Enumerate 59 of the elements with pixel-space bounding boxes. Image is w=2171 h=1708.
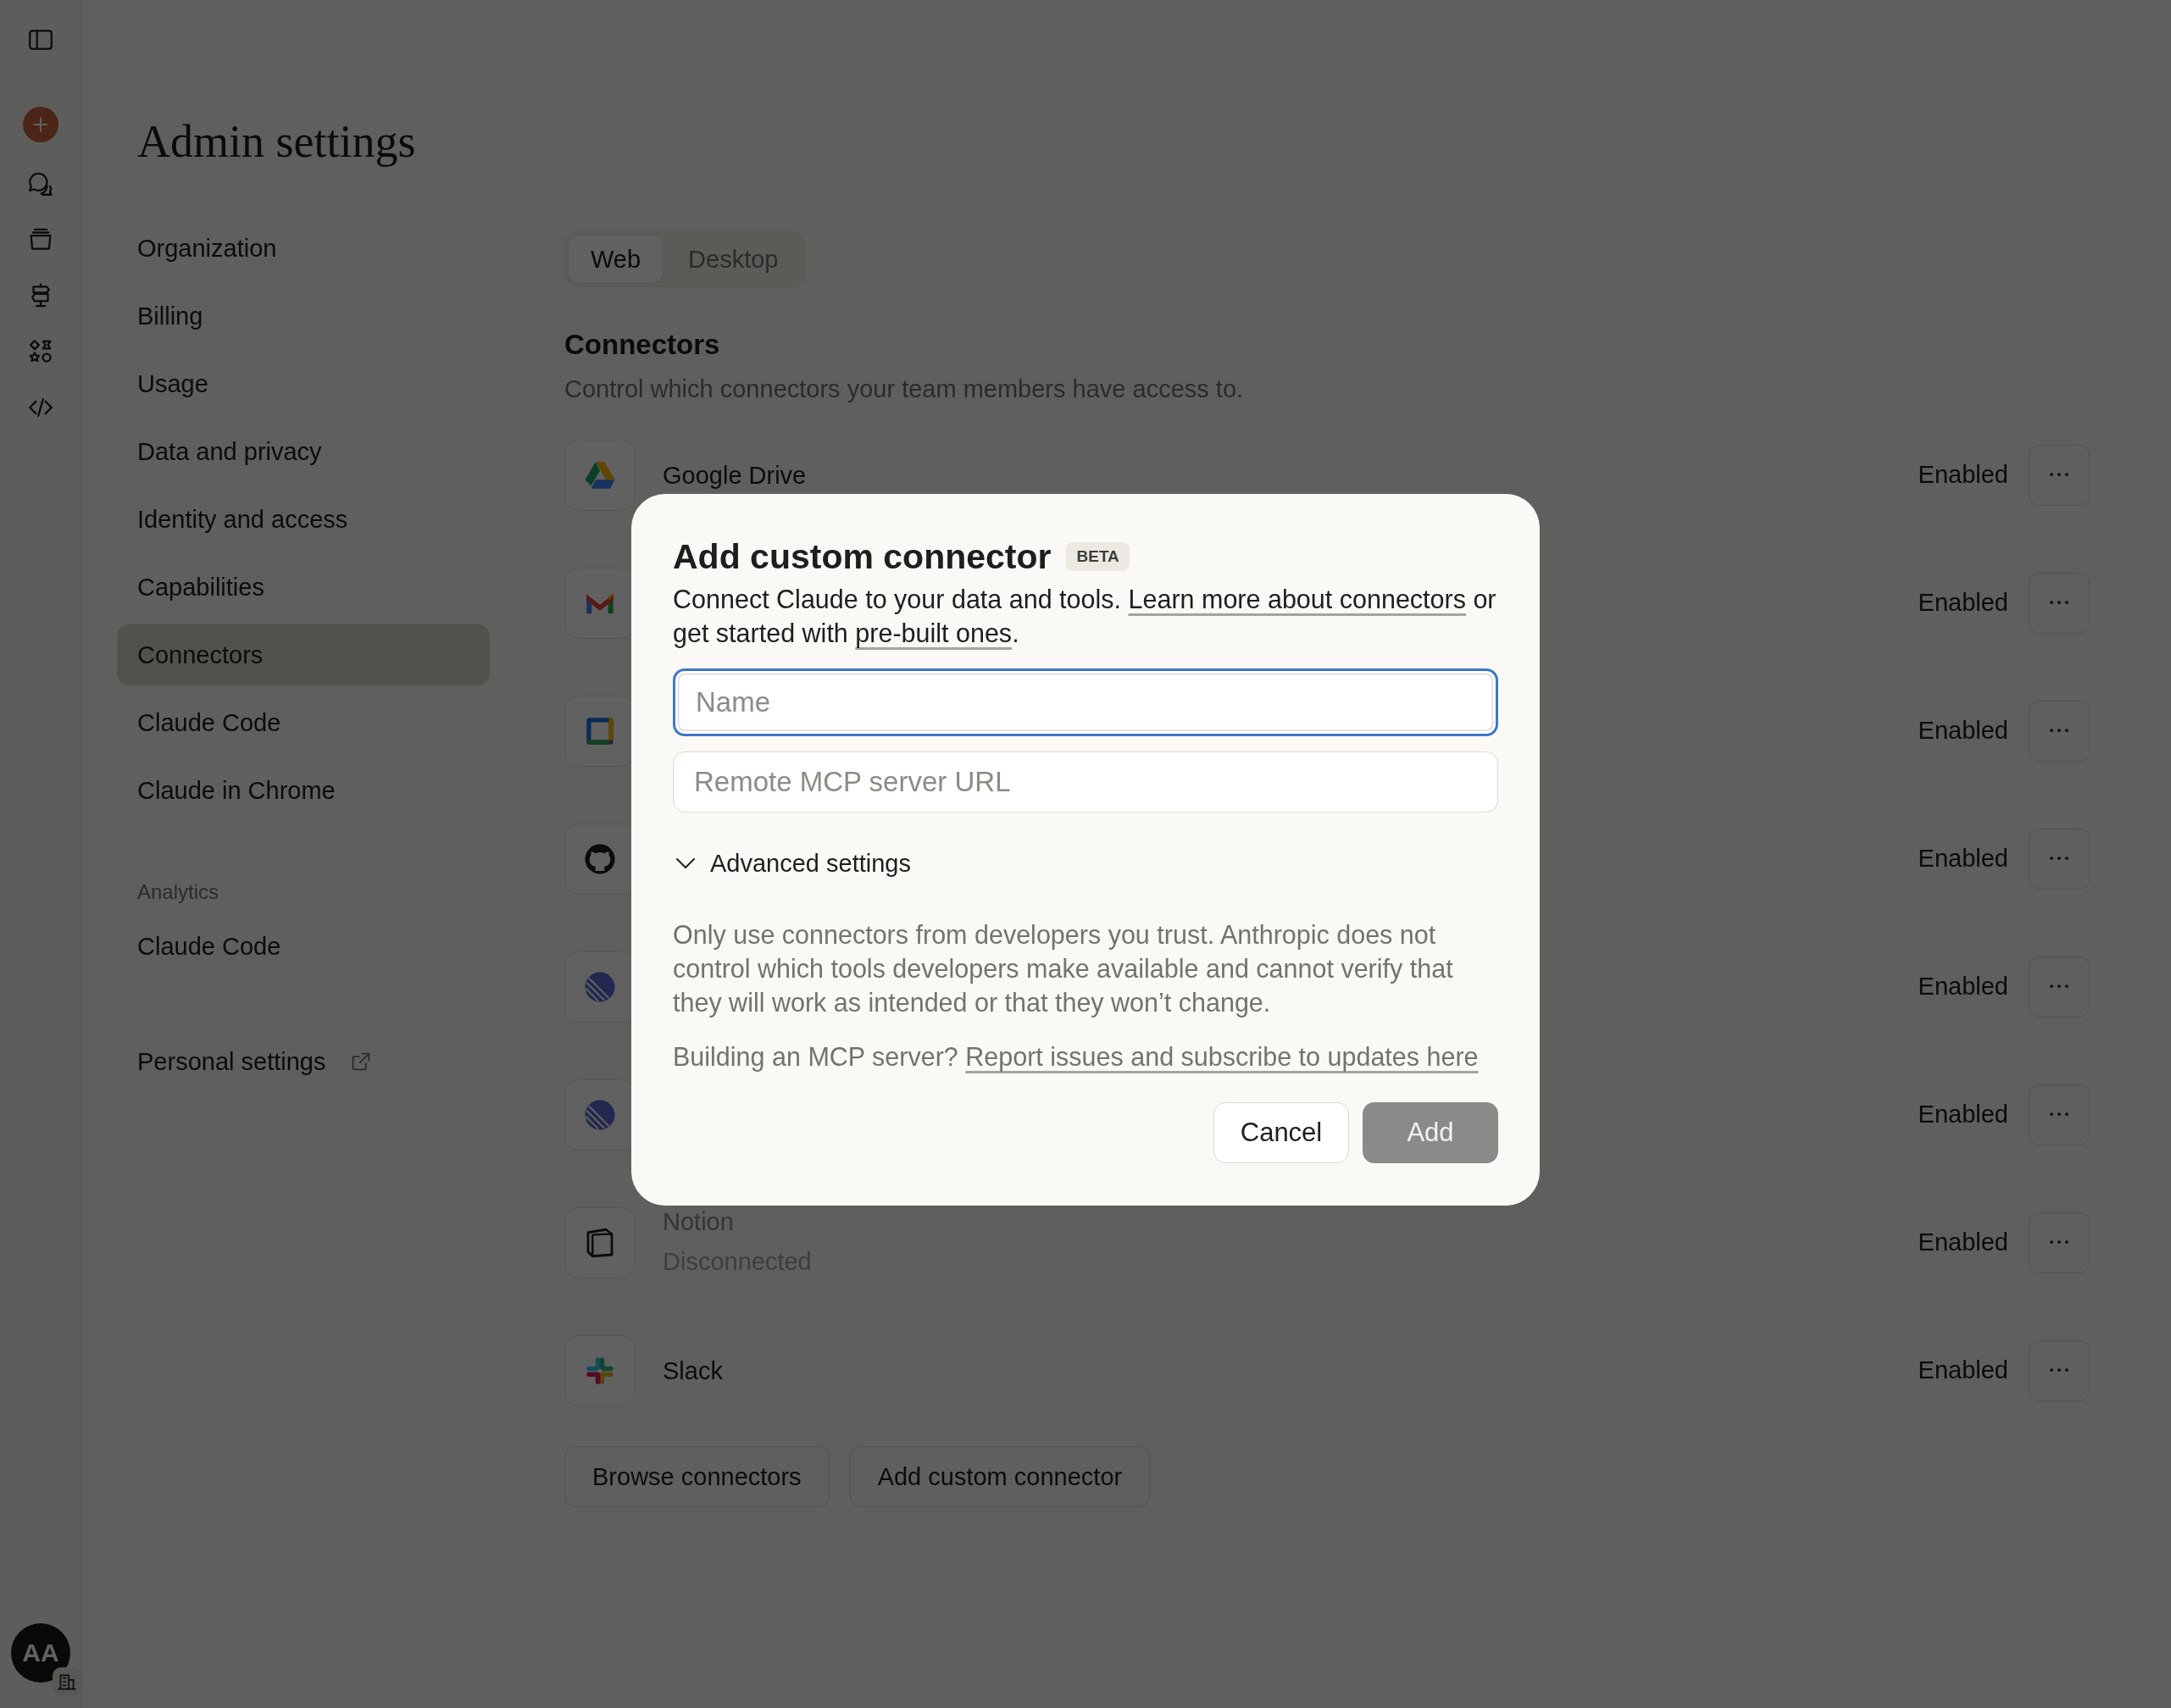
nav-item[interactable]: Capabilities [117, 557, 490, 618]
nav-item[interactable]: Usage [117, 353, 490, 414]
tab[interactable]: Web [569, 236, 664, 283]
nav-item[interactable]: Claude Code [117, 916, 490, 977]
warning-text: Only use connectors from developers you trust. Anthropic does not control which tools developers make available and cannot verify that they will work as intended or that they won’t change. [673, 919, 1454, 1019]
status-label: Enabled [1918, 1356, 2008, 1384]
status-label: Enabled [1918, 589, 2008, 617]
user-avatar[interactable]: AA [11, 1623, 70, 1683]
more-options-button[interactable] [2029, 572, 2090, 634]
nav-item[interactable]: Billing [117, 286, 490, 347]
more-options-button[interactable] [2029, 700, 2090, 762]
status-label: Enabled [1918, 845, 2008, 873]
nav-item[interactable]: Organization [117, 218, 490, 279]
url-field[interactable]: Remote MCP server URL [673, 751, 1498, 812]
more-options-button[interactable] [2029, 1339, 2090, 1401]
hash-logo-icon [564, 1334, 636, 1406]
triangle-logo-icon [564, 439, 636, 511]
connector-name: Slack [663, 1356, 724, 1385]
nav-item[interactable]: Claude in Chrome [117, 760, 490, 821]
modal-title: Add custom connector [673, 536, 1052, 578]
more-options-button[interactable] [2029, 956, 2090, 1018]
link[interactable]: pre-built ones [855, 618, 1013, 647]
name-field[interactable]: Name [673, 668, 1498, 736]
section-title: Connectors [564, 328, 721, 362]
status-label: Enabled [1918, 461, 2008, 489]
more-options-button[interactable] [2029, 444, 2090, 506]
more-options-button[interactable] [2029, 1084, 2090, 1145]
new-chat-icon[interactable] [23, 107, 58, 142]
nav-item[interactable]: Identity and access [117, 489, 490, 550]
connector-name: Google Drive [663, 460, 808, 490]
ellipsis-icon [2050, 601, 2068, 605]
action-button[interactable]: Add custom connector [849, 1446, 1151, 1507]
cube-logo-icon [564, 1206, 636, 1278]
ellipsis-icon [2050, 1240, 2068, 1245]
action-button[interactable]: Browse connectors [564, 1446, 830, 1507]
advanced-settings-toggle[interactable]: Advanced settings [673, 838, 1498, 889]
nav-link[interactable]: Personal settings [137, 1047, 326, 1076]
nav-item[interactable]: Connectors [117, 624, 490, 685]
status-label: Enabled [1918, 1228, 2008, 1256]
cancel-button[interactable]: Cancel [1213, 1102, 1349, 1163]
link[interactable]: Learn more about connectors [1128, 585, 1466, 613]
ellipsis-icon [2050, 857, 2068, 861]
ellipsis-icon [2050, 1368, 2068, 1372]
status-label: Enabled [1918, 717, 2008, 745]
info-text: Building an MCP server? Report issues and subscribe to updates here [673, 1041, 1480, 1073]
page-title: Admin settings [136, 115, 417, 169]
status-label: Enabled [1918, 973, 2008, 1001]
nav-item[interactable]: Claude Code [117, 692, 490, 753]
beta-badge: BETA [1066, 542, 1130, 571]
ellipsis-icon [2050, 729, 2068, 733]
nav-item[interactable]: Data and privacy [117, 421, 490, 482]
status-label: Enabled [1918, 1101, 2008, 1128]
ellipsis-icon [2050, 473, 2068, 477]
more-options-button[interactable] [2029, 828, 2090, 890]
ellipsis-icon [2050, 984, 2068, 989]
modal-description: Connect Claude to your data and tools. Learn more about connectors or get started with pre-built ones. [673, 584, 1497, 650]
link[interactable]: Report issues and subscribe to updates here [965, 1042, 1479, 1071]
more-options-button[interactable] [2029, 1212, 2090, 1273]
ellipsis-icon [2050, 1112, 2068, 1117]
